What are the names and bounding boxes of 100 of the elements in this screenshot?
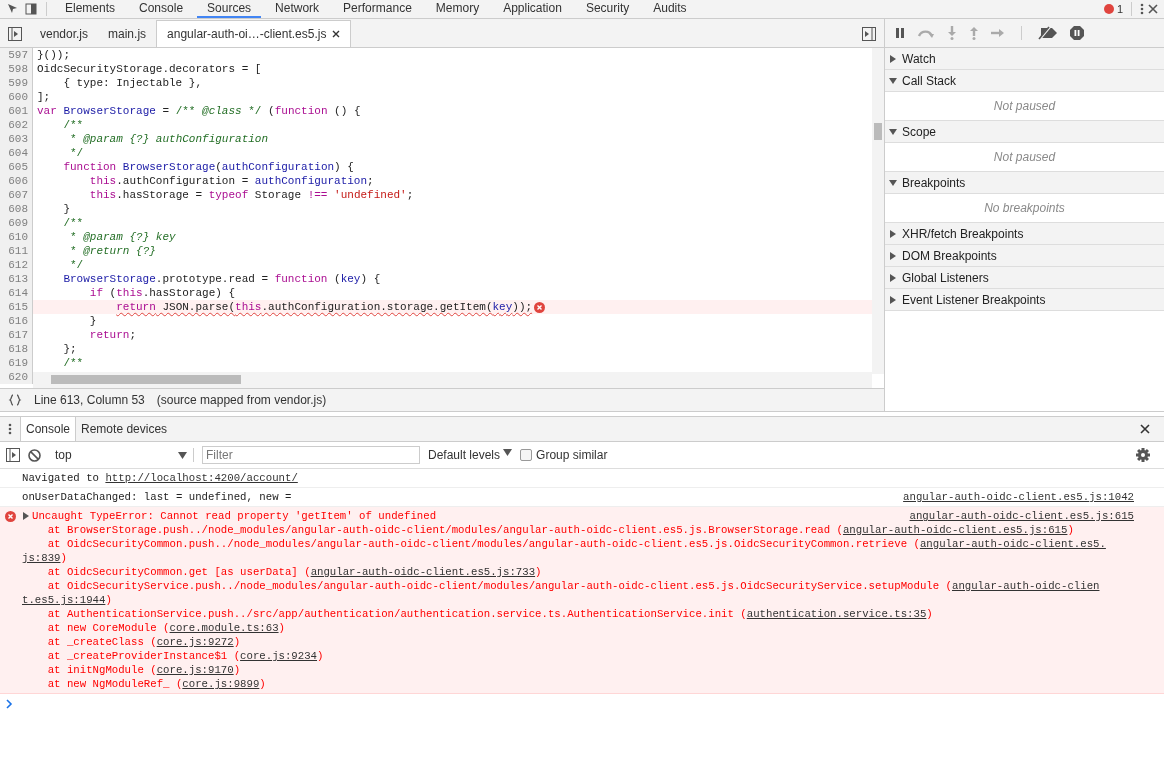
- link[interactable]: http://localhost:4200/account/: [105, 472, 298, 484]
- code-line: }());: [36, 48, 70, 62]
- link[interactable]: authentication.service.ts:35: [746, 608, 927, 620]
- panel-tab[interactable]: Elements: [55, 0, 126, 18]
- code-line: OidcSecurityStorage.decorators = [: [36, 62, 262, 76]
- section-header[interactable]: Watch: [885, 48, 1164, 70]
- section-header[interactable]: XHR/fetch Breakpoints: [885, 223, 1164, 245]
- section-header[interactable]: Global Listeners: [885, 267, 1164, 289]
- section-title: Watch: [902, 51, 936, 66]
- link[interactable]: angular-auth-oidc-client.es5.js:733: [310, 566, 536, 578]
- link[interactable]: t.es5.js:1944: [22, 594, 106, 606]
- line-number: 605: [0, 160, 33, 174]
- line-number: 617: [0, 328, 33, 342]
- code-line: this.authConfiguration = authConfiguration;: [88, 174, 374, 188]
- drawer-tab[interactable]: Console: [20, 417, 77, 441]
- cursor-position: Line 613, Column 53: [34, 393, 145, 407]
- line-number: 607: [0, 188, 33, 202]
- link[interactable]: angular-auth-oidc-clien: [951, 580, 1100, 592]
- line-number: 602: [0, 118, 33, 132]
- levels-dropdown[interactable]: Default levels: [428, 448, 513, 462]
- section-title: Event Listener Breakpoints: [902, 292, 1046, 307]
- line-number: 613: [0, 272, 33, 286]
- link[interactable]: core.js:9272: [156, 636, 234, 648]
- error-count[interactable]: 1: [1103, 3, 1123, 15]
- stack-trace-line: at OidcSecurityCommon.get [as userData] (angular-auth-oidc-client.es5.js:733): [46, 565, 543, 579]
- code-line: function BrowserStorage(authConfiguration) {: [62, 160, 354, 174]
- section-header[interactable]: Event Listener Breakpoints: [885, 289, 1164, 311]
- code-line: return;: [88, 328, 137, 342]
- line-number: 603: [0, 132, 33, 146]
- link[interactable]: core.js:9170: [156, 664, 234, 676]
- code-line: * @param {?} key: [69, 230, 176, 244]
- code-line: this.hasStorage = typeof Storage !== 'undefined';: [88, 188, 414, 202]
- stack-trace-line: at new CoreModule (core.module.ts:63): [46, 621, 286, 635]
- stack-trace-line: t.es5.js:1944): [22, 593, 113, 607]
- code-line: */: [69, 258, 84, 272]
- context-select[interactable]: top: [49, 448, 194, 462]
- section-title: Breakpoints: [902, 175, 966, 190]
- code-line: * @param {?} authConfiguration: [69, 132, 269, 146]
- section-header[interactable]: Breakpoints: [885, 172, 1164, 194]
- stack-trace-line: at _createClass (core.js:9272): [46, 635, 242, 649]
- panel-tab[interactable]: Performance: [333, 0, 422, 18]
- line-number: 609: [0, 216, 33, 230]
- panel-tab[interactable]: Audits: [643, 0, 697, 18]
- file-tab[interactable]: angular-auth-oi…-client.es5.js: [156, 20, 352, 47]
- panel-tab[interactable]: Memory: [425, 0, 490, 18]
- panel-tab[interactable]: Security: [575, 0, 640, 18]
- line-number: 614: [0, 286, 33, 300]
- code-line: }: [88, 314, 97, 328]
- section-title: Global Listeners: [902, 270, 989, 285]
- line-number: 604: [0, 146, 33, 160]
- section-title: XHR/fetch Breakpoints: [902, 226, 1024, 241]
- code-line: * @return {?}: [69, 244, 156, 258]
- section-header[interactable]: DOM Breakpoints: [885, 245, 1164, 267]
- code-line: };: [62, 342, 77, 356]
- line-number: 612: [0, 258, 33, 272]
- link[interactable]: angular-auth-oidc-client.es5.: [919, 538, 1106, 550]
- section-header[interactable]: Call Stack: [885, 70, 1164, 92]
- line-number: 608: [0, 202, 33, 216]
- panel-tab[interactable]: Network: [265, 0, 330, 18]
- drawer-tab[interactable]: Remote devices: [76, 417, 173, 441]
- source-map-note: (source mapped from vendor.js): [156, 393, 327, 407]
- console-message: Navigated to http://localhost:4200/account/: [22, 471, 298, 485]
- filter-field[interactable]: Filter: [202, 446, 420, 464]
- code-line: if (this.hasStorage) {: [88, 286, 236, 300]
- section-title: DOM Breakpoints: [902, 248, 997, 263]
- line-number: 606: [0, 174, 33, 188]
- line-number: 618: [0, 342, 33, 356]
- link[interactable]: js:839: [22, 552, 61, 564]
- group-similar-checkbox[interactable]: Group similar: [520, 448, 608, 462]
- line-number: 615: [0, 300, 33, 314]
- link[interactable]: core.js:9899: [182, 678, 260, 690]
- line-number: 601: [0, 104, 33, 118]
- code-line: ];: [36, 90, 51, 104]
- stack-trace-line: js:839): [22, 551, 68, 565]
- code-line: }: [62, 202, 70, 216]
- panel-tab[interactable]: Application: [493, 0, 572, 18]
- error-message: Uncaught TypeError: Cannot read property 'getItem' of undefined: [32, 509, 437, 523]
- code-line: var BrowserStorage = /** @class */ (function () {: [36, 104, 361, 118]
- link[interactable]: core.js:9234: [240, 650, 318, 662]
- line-number: 619: [0, 356, 33, 370]
- code-line: BrowserStorage.prototype.read = function (key) {: [62, 272, 381, 286]
- source-link[interactable]: angular-auth-oidc-client.es5.js:615: [909, 509, 1134, 523]
- file-tab[interactable]: main.js: [98, 21, 157, 47]
- line-number: 620: [0, 370, 33, 384]
- section-title: Call Stack: [902, 73, 957, 88]
- console-message: onUserDataChanged: last = undefined, new =: [22, 490, 292, 504]
- link[interactable]: angular-auth-oidc-client.es5.js:615: [842, 524, 1068, 536]
- stack-trace-line: at OidcSecurityService.push../node_modules/angular-auth-oidc-client/modules/angular-auth-oidc-client.es5.js.OidcSecurityService.setupModule (angular-auth-oidc-clien: [46, 579, 1101, 593]
- stack-trace-line: at new NgModuleRef_ (core.js:9899): [46, 677, 267, 691]
- code-line: */: [69, 146, 84, 160]
- line-number: 610: [0, 230, 33, 244]
- stack-trace-line: at BrowserStorage.push../node_modules/angular-auth-oidc-client/modules/angular-auth-oidc-client.es5.js.BrowserStorage.read (angular-auth-oidc-client.es5.js:615): [46, 523, 1075, 537]
- panel-tab[interactable]: Console: [129, 0, 194, 18]
- code-line: /**: [62, 118, 84, 132]
- file-tab[interactable]: vendor.js: [30, 21, 99, 47]
- link[interactable]: core.module.ts:63: [169, 622, 279, 634]
- section-title: Scope: [902, 124, 937, 139]
- section-header[interactable]: Scope: [885, 121, 1164, 143]
- line-number: 597: [0, 48, 33, 62]
- source-link[interactable]: angular-auth-oidc-client.es5.js:1042: [903, 490, 1134, 504]
